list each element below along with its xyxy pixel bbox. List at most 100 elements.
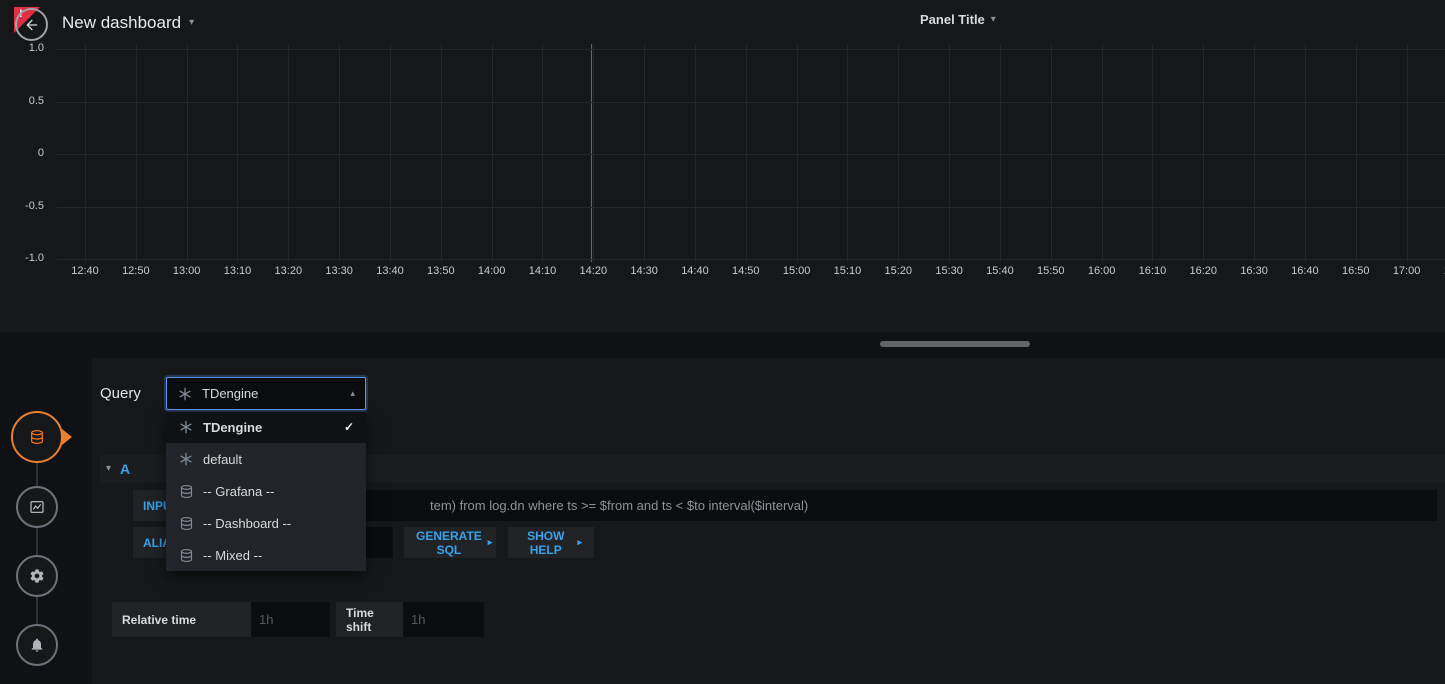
x-axis-tick-label: 15:40 bbox=[986, 265, 1014, 277]
caret-right-icon: ▸ bbox=[488, 537, 493, 548]
grid-line-vertical bbox=[746, 44, 747, 262]
grid-line-vertical bbox=[593, 44, 594, 262]
datasource-option[interactable]: default bbox=[166, 443, 366, 475]
grid-line-vertical bbox=[898, 44, 899, 262]
x-axis-tick-label: 15:50 bbox=[1037, 265, 1065, 277]
grid-line-vertical bbox=[1000, 44, 1001, 262]
time-shift-label: Time shift bbox=[336, 602, 403, 637]
query-options-row: Relative time Time shift bbox=[92, 602, 484, 637]
grid-line-vertical bbox=[1254, 44, 1255, 262]
database-icon bbox=[178, 484, 194, 499]
y-axis-tick-label: -1.0 bbox=[0, 252, 44, 264]
x-axis-tick-label: 14:40 bbox=[681, 265, 709, 277]
arrow-left-icon bbox=[24, 17, 40, 33]
grid-line-vertical bbox=[441, 44, 442, 262]
sql-input[interactable]: tem) from log.dn where ts >= $from and t… bbox=[224, 490, 1437, 521]
x-axis-tick-label: 16:30 bbox=[1240, 265, 1268, 277]
relative-time-input[interactable] bbox=[251, 602, 330, 637]
x-axis-tick-label: 15:00 bbox=[783, 265, 811, 277]
panel-title-text: Panel Title bbox=[920, 12, 985, 27]
bell-icon bbox=[29, 635, 45, 655]
tdengine-icon bbox=[178, 420, 194, 434]
tdengine-icon bbox=[177, 387, 193, 401]
datasource-option-label: default bbox=[203, 452, 242, 467]
datasource-option[interactable]: -- Dashboard -- bbox=[166, 507, 366, 539]
relative-time-label: Relative time bbox=[112, 602, 251, 637]
x-axis-tick-label: 13:30 bbox=[325, 265, 353, 277]
grid-line-horizontal bbox=[57, 49, 1445, 50]
chevron-down-icon: ▾ bbox=[189, 18, 194, 28]
grid-line-vertical bbox=[339, 44, 340, 262]
grid-line-vertical bbox=[390, 44, 391, 262]
x-axis-tick-label: 12:50 bbox=[122, 265, 150, 277]
sidebar-item-visualization[interactable] bbox=[16, 486, 58, 528]
y-axis-tick-label: 1.0 bbox=[0, 42, 44, 54]
grid-line-vertical bbox=[288, 44, 289, 262]
grid-line-vertical bbox=[644, 44, 645, 262]
grid-line-horizontal bbox=[57, 207, 1445, 208]
datasource-value: TDengine bbox=[202, 386, 258, 401]
datasource-option[interactable]: -- Grafana -- bbox=[166, 475, 366, 507]
y-axis-tick-label: 0.5 bbox=[0, 95, 44, 107]
x-axis-tick-label: 16:20 bbox=[1189, 265, 1217, 277]
chevron-down-icon: ▾ bbox=[106, 464, 111, 474]
chart-icon bbox=[29, 497, 45, 517]
grid-line-vertical bbox=[492, 44, 493, 262]
grid-line-vertical bbox=[1356, 44, 1357, 262]
active-tab-arrow bbox=[62, 429, 72, 445]
x-axis-tick-label: 14:20 bbox=[580, 265, 608, 277]
y-axis-tick-label: 0 bbox=[0, 147, 44, 159]
grid-line-vertical bbox=[1305, 44, 1306, 262]
database-icon bbox=[178, 516, 194, 531]
x-axis-tick-label: 16:00 bbox=[1088, 265, 1116, 277]
x-axis-tick-label: 13:00 bbox=[173, 265, 201, 277]
x-axis-tick-label: 14:00 bbox=[478, 265, 506, 277]
datasource-option-label: TDengine bbox=[203, 420, 262, 435]
tdengine-icon bbox=[178, 452, 194, 466]
grid-line-vertical bbox=[542, 44, 543, 262]
x-axis-tick-label: 17:00 bbox=[1393, 265, 1421, 277]
x-axis-tick-label: 13:50 bbox=[427, 265, 455, 277]
x-axis-tick-label: 14:50 bbox=[732, 265, 760, 277]
dashboard-title[interactable]: New dashboard ▾ bbox=[62, 13, 194, 33]
grid-line-horizontal bbox=[57, 154, 1445, 155]
time-marker-line bbox=[591, 44, 592, 262]
grid-line-horizontal bbox=[57, 102, 1445, 103]
sidebar-item-general[interactable] bbox=[16, 555, 58, 597]
grid-line-vertical bbox=[695, 44, 696, 262]
x-axis-tick-label: 16:50 bbox=[1342, 265, 1370, 277]
time-shift-input[interactable] bbox=[403, 602, 484, 637]
grid-line-vertical bbox=[187, 44, 188, 262]
database-icon bbox=[29, 424, 45, 450]
grid-line-vertical bbox=[85, 44, 86, 262]
grid-line-vertical bbox=[1152, 44, 1153, 262]
datasource-option[interactable]: -- Mixed -- bbox=[166, 539, 366, 571]
query-editor: Query TDengine ▴ ▾ A INPUT tem) from log… bbox=[92, 358, 1445, 684]
query-section-label: Query bbox=[100, 385, 141, 402]
show-help-button[interactable]: SHOW HELP ▸ bbox=[508, 527, 594, 558]
query-letter: A bbox=[120, 461, 130, 477]
datasource-option-label: -- Dashboard -- bbox=[203, 516, 291, 531]
x-axis-tick-label: 16:10 bbox=[1139, 265, 1167, 277]
x-axis-tick-label: 13:40 bbox=[376, 265, 404, 277]
datasource-option[interactable]: TDengine ✓ bbox=[166, 411, 366, 443]
grid-line-vertical bbox=[1407, 44, 1408, 262]
datasource-option-label: -- Mixed -- bbox=[203, 548, 262, 563]
horizontal-scrollbar[interactable] bbox=[880, 341, 1030, 347]
datasource-menu: TDengine ✓ default -- Grafana -- -- Dashboar… bbox=[166, 411, 366, 571]
dashboard-title-text: New dashboard bbox=[62, 13, 181, 33]
check-icon: ✓ bbox=[344, 420, 354, 434]
x-axis-tick-label: 15:30 bbox=[935, 265, 963, 277]
x-axis-tick-label: 14:30 bbox=[630, 265, 658, 277]
grid-line-horizontal bbox=[57, 259, 1445, 260]
dashboard-top-area: 1.00.50-0.5-1.012:4012:5013:0013:1013:20… bbox=[0, 0, 1445, 332]
sidebar-item-queries[interactable] bbox=[11, 411, 63, 463]
x-axis-tick-label: 13:10 bbox=[224, 265, 252, 277]
panel-title[interactable]: Panel Title ▾ bbox=[920, 12, 996, 27]
back-button[interactable] bbox=[15, 8, 48, 41]
datasource-picker[interactable]: TDengine ▴ bbox=[166, 377, 366, 410]
chart-plot[interactable]: 1.00.50-0.5-1.012:4012:5013:0013:1013:20… bbox=[0, 0, 1445, 332]
generate-sql-button[interactable]: GENERATE SQL ▸ bbox=[404, 527, 496, 558]
datasource-option-label: -- Grafana -- bbox=[203, 484, 275, 499]
sidebar-item-alert[interactable] bbox=[16, 624, 58, 666]
